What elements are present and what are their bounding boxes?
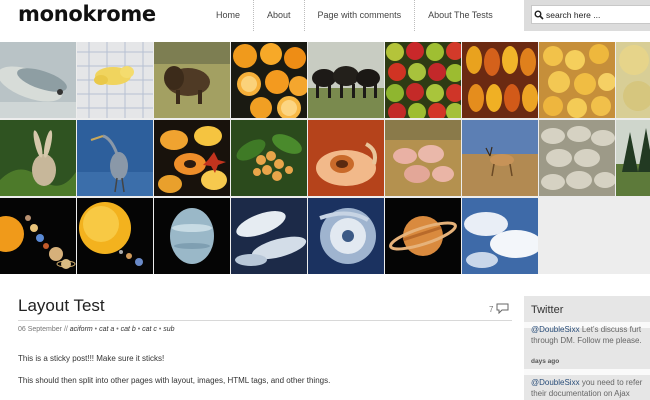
comment-count-link[interactable]: 7 [489, 303, 509, 316]
nav-item-about[interactable]: About [254, 0, 305, 31]
divider [18, 320, 512, 321]
post-meta: 06 September // aciform • cat a • cat b … [18, 326, 175, 333]
gallery-thumb-clouds[interactable] [462, 198, 538, 274]
category-link[interactable]: cat b [121, 326, 136, 333]
gallery-thumb-fish[interactable] [0, 42, 76, 118]
search-area [524, 0, 650, 31]
twitter-widget: Twitter @DoubleSixx Let's discuss furt t… [524, 296, 650, 400]
gallery-thumb-chicks-on-plate[interactable] [77, 42, 153, 118]
gallery-thumb-heron[interactable] [77, 120, 153, 196]
tweet-text-continued: their documentation on Ajax [531, 389, 630, 398]
gallery-thumb-bison[interactable] [154, 42, 230, 118]
gallery-thumb-ducklings[interactable] [539, 42, 615, 118]
tweet: @DoubleSixx you need to refer their docu… [531, 377, 642, 399]
nav-item-home[interactable]: Home [203, 0, 255, 31]
tweet-text-continued: through DM. Follow me please. [531, 336, 642, 345]
gallery-thumb-neptune[interactable] [154, 198, 230, 274]
gallery-thumb-piglets[interactable] [385, 120, 461, 196]
tweet-user-link[interactable]: @DoubleSixx [531, 325, 580, 334]
post-paragraph: This should then split into other pages … [18, 376, 331, 385]
image-gallery [0, 42, 650, 274]
gallery-thumb-saturn[interactable] [385, 198, 461, 274]
category-link[interactable]: cat a [99, 326, 114, 333]
nav-item-about-the-tests[interactable]: About The Tests [415, 0, 506, 31]
tweet-time[interactable]: days ago [531, 358, 559, 365]
gallery-thumb-solar-system[interactable] [0, 198, 76, 274]
gallery-thumb-earth-clouds[interactable] [231, 198, 307, 274]
gallery-thumb-mangoes[interactable] [462, 42, 538, 118]
gallery-thumb-sun[interactable] [77, 198, 153, 274]
category-link[interactable]: aciform [70, 326, 93, 333]
site-logo[interactable]: monokrome [18, 0, 156, 28]
site-header: monokrome Home About Page with comments … [0, 0, 650, 42]
post-paragraph: This is a sticky post!!! Make sure it st… [18, 354, 165, 363]
post-title[interactable]: Layout Test [18, 296, 105, 316]
search-icon[interactable] [532, 6, 546, 23]
meta-separator: // [63, 326, 68, 333]
tweet-user-link[interactable]: @DoubleSixx [531, 378, 580, 387]
gallery-thumb-papayas[interactable] [154, 120, 230, 196]
gallery-thumb-cattle[interactable] [308, 42, 384, 118]
gallery-thumb-forest[interactable] [616, 120, 650, 196]
main-nav: Home About Page with comments About The … [203, 0, 506, 31]
gallery-thumb-berries[interactable] [231, 120, 307, 196]
speech-bubble-icon [496, 303, 509, 316]
tweet-text: Let's discuss furt [581, 325, 642, 334]
category-link[interactable]: cat c [142, 326, 157, 333]
gallery-thumb-apples[interactable] [385, 42, 461, 118]
widget-title: Twitter [531, 304, 564, 316]
gallery-thumb-melons[interactable] [616, 42, 650, 118]
gallery-thumb-antelope[interactable] [462, 120, 538, 196]
divider [524, 369, 650, 375]
nav-item-page-with-comments[interactable]: Page with comments [305, 0, 416, 31]
tweet: @DoubleSixx Let's discuss furt through D… [531, 324, 642, 346]
comment-count: 7 [489, 305, 494, 314]
gallery-thumb-oranges[interactable] [231, 42, 307, 118]
category-link[interactable]: sub [163, 326, 174, 333]
gallery-thumb-hurricane[interactable] [308, 198, 384, 274]
gallery-thumb-peach[interactable] [308, 120, 384, 196]
post-date: 06 September [18, 326, 62, 333]
search-input[interactable] [546, 9, 646, 20]
search-box[interactable] [531, 5, 650, 24]
gallery-thumb-sheep[interactable] [539, 120, 615, 196]
gallery-thumb-rabbit[interactable] [0, 120, 76, 196]
tweet-text: you need to refer [581, 378, 643, 387]
